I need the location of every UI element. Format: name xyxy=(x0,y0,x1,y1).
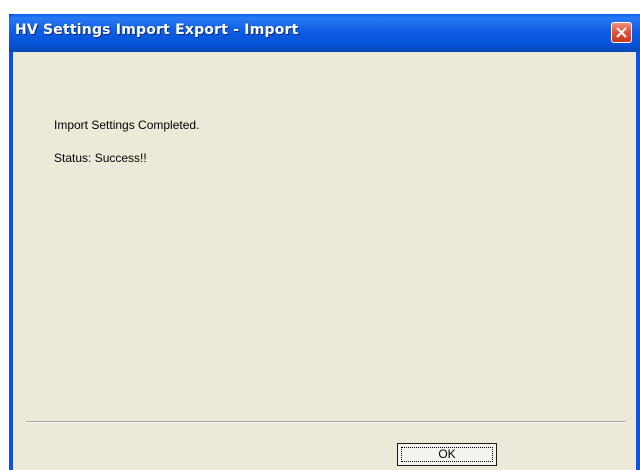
ok-button[interactable]: OK xyxy=(397,443,497,466)
completion-message: Import Settings Completed. xyxy=(54,118,200,132)
dialog-body: Import Settings Completed. Status: Succe… xyxy=(13,52,636,470)
close-button[interactable] xyxy=(611,22,632,43)
status-message: Status: Success!! xyxy=(54,151,147,165)
close-icon xyxy=(616,27,627,38)
ok-button-label: OK xyxy=(438,447,456,461)
window-title: HV Settings Import Export - Import xyxy=(15,22,299,38)
separator xyxy=(26,421,626,423)
title-bar[interactable]: HV Settings Import Export - Import xyxy=(9,14,640,52)
dialog-window: HV Settings Import Export - Import Impor… xyxy=(9,14,640,470)
